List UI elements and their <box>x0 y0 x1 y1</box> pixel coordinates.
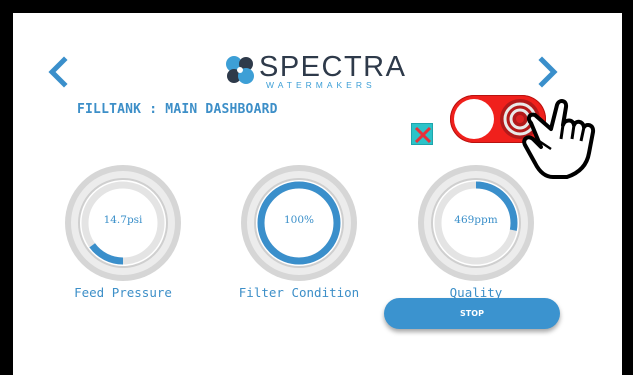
filter-condition-value: 100% <box>283 214 315 226</box>
close-button[interactable] <box>411 123 433 145</box>
quality-gauge: 469ppm <box>414 161 538 285</box>
close-x-icon <box>414 126 432 144</box>
quality-value: 469ppm <box>454 214 498 226</box>
filter-condition-label: Filter Condition <box>238 285 360 300</box>
toggle-knob <box>454 99 494 139</box>
feed-pressure-value: 14.7psi <box>103 214 143 226</box>
prev-page-button[interactable] <box>45 55 71 89</box>
spectra-logo-mark-icon <box>226 56 254 84</box>
spectra-logo: SPECTRA WATERMAKERS <box>223 51 405 91</box>
page-title: FILLTANK : MAIN DASHBOARD <box>77 102 278 117</box>
dashboard-screen: SPECTRA WATERMAKERS FILLTANK : MAIN DASH… <box>13 13 622 375</box>
next-page-button[interactable] <box>535 55 561 89</box>
filter-condition-gauge: 100% <box>237 161 361 285</box>
brand-name: SPECTRA <box>259 51 407 83</box>
brand-subtitle: WATERMAKERS <box>266 80 376 90</box>
feed-pressure-label: Feed Pressure <box>74 285 172 300</box>
feed-pressure-gauge: 14.7psi <box>61 161 185 285</box>
chevron-left-icon <box>48 56 68 88</box>
chevron-right-icon <box>538 56 558 88</box>
stop-button[interactable]: STOP <box>384 298 560 329</box>
